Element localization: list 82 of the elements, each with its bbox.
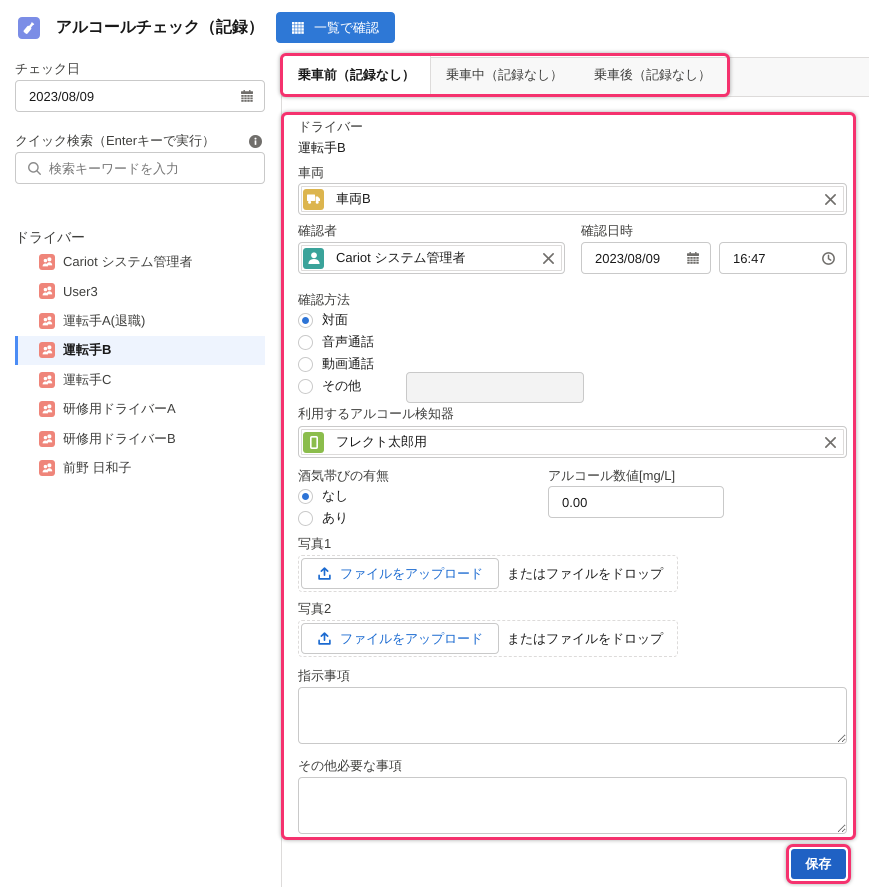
field-label: その他必要な事項 xyxy=(298,757,403,775)
calendar-icon[interactable] xyxy=(241,90,253,102)
users-icon xyxy=(39,254,55,270)
drop-hint: またはファイルをドロップ xyxy=(507,630,663,648)
upload-icon xyxy=(318,567,331,580)
field-label: クイック検索（Enterキーで実行） xyxy=(15,132,216,150)
phone-icon xyxy=(303,432,324,452)
time-field[interactable]: 16:47 xyxy=(719,242,847,274)
bottle-icon xyxy=(18,16,40,38)
radio-button[interactable] xyxy=(298,510,313,526)
drop-zone[interactable]: ファイルをアップロード またはファイルをドロップ xyxy=(298,555,678,592)
users-icon xyxy=(39,342,55,358)
option-label: あり xyxy=(322,509,348,527)
driver-item[interactable]: 運転手A(退職) xyxy=(15,306,265,336)
driver-item[interactable]: 前野 日和子 xyxy=(15,454,265,483)
close-icon[interactable] xyxy=(543,252,554,264)
field-label: 利用するアルコール検知器 xyxy=(298,405,455,423)
save-button[interactable]: 保存 xyxy=(791,849,846,879)
tab[interactable]: 乗車前（記録なし） xyxy=(283,56,431,94)
field-label: チェック日 xyxy=(15,60,81,78)
close-icon[interactable] xyxy=(825,194,836,204)
option-label: 動画通話 xyxy=(322,355,374,373)
driver-item[interactable]: Cariot システム管理者 xyxy=(15,247,265,276)
field-label: 確認方法 xyxy=(298,291,351,309)
tab[interactable]: 乗車後（記録なし） xyxy=(579,56,727,94)
upload-icon xyxy=(318,632,331,645)
lookup-field[interactable]: 車両B xyxy=(298,183,847,215)
radio-button[interactable] xyxy=(298,378,313,394)
driver-item[interactable]: 研修用ドライバーA xyxy=(15,394,265,424)
option-label: 音声通話 xyxy=(322,333,374,351)
driver-item[interactable]: 研修用ドライバーB xyxy=(15,424,265,454)
users-icon xyxy=(39,430,55,447)
search-field[interactable]: 検索キーワードを入力 xyxy=(15,152,265,184)
field-label: ドライバー xyxy=(298,118,364,136)
truck-icon xyxy=(303,188,324,210)
date-field[interactable]: 2023/08/09 xyxy=(15,80,265,112)
upload-button[interactable]: ファイルをアップロード xyxy=(301,558,499,589)
calendar-icon[interactable] xyxy=(687,252,699,264)
date-field[interactable]: 2023/08/09 xyxy=(581,242,711,274)
drop-zone[interactable]: ファイルをアップロード またはファイルをドロップ xyxy=(298,620,678,657)
driver-item[interactable]: 運転手C xyxy=(15,365,265,394)
option-label: その他 xyxy=(322,377,361,395)
lookup-field[interactable]: Cariot システム管理者 xyxy=(298,242,565,274)
drop-hint: またはファイルをドロップ xyxy=(507,564,663,582)
page-title: アルコールチェック（記録） xyxy=(56,18,264,38)
tab[interactable]: 乗車中（記録なし） xyxy=(431,56,579,94)
list-view-button[interactable]: 一覧で確認 xyxy=(276,12,395,43)
users-icon xyxy=(39,283,55,300)
users-icon xyxy=(39,372,55,388)
users-icon xyxy=(39,460,55,476)
clock-icon[interactable] xyxy=(822,252,835,264)
driver-name: 運転手B xyxy=(298,139,347,157)
close-icon[interactable] xyxy=(825,436,836,448)
user-icon xyxy=(303,248,324,268)
search-icon xyxy=(28,162,41,175)
field-label: 確認者 xyxy=(298,222,338,240)
field-label: 指示事項 xyxy=(298,667,351,685)
radio-button[interactable] xyxy=(298,334,313,350)
users-icon xyxy=(39,312,55,329)
field-label: 写真1 xyxy=(298,535,332,553)
lookup-field[interactable]: フレクト太郎用 xyxy=(298,426,847,458)
selected-value: 車両B xyxy=(336,190,372,208)
radio-button[interactable] xyxy=(298,356,313,372)
selected-value: フレクト太郎用 xyxy=(336,433,428,451)
field-label: アルコール数値[mg/L] xyxy=(548,467,676,485)
field-label: 車両 xyxy=(298,164,325,182)
field-label: 酒気帯びの有無 xyxy=(298,467,390,485)
info-icon[interactable] xyxy=(249,134,262,148)
section-heading: ドライバー xyxy=(15,228,86,247)
grid-icon xyxy=(292,22,304,34)
driver-item[interactable]: 運転手B xyxy=(15,336,265,365)
users-icon xyxy=(39,401,55,418)
upload-button[interactable]: ファイルをアップロード xyxy=(301,623,499,654)
radio-button[interactable] xyxy=(298,312,313,328)
driver-item[interactable]: User3 xyxy=(15,276,265,306)
number-field[interactable]: 0.00 xyxy=(548,486,724,518)
field-label: 写真2 xyxy=(298,600,332,618)
selected-value: Cariot システム管理者 xyxy=(336,249,466,267)
option-label: 対面 xyxy=(322,311,348,329)
radio-button[interactable] xyxy=(298,488,313,504)
option-label: なし xyxy=(322,487,348,505)
field-label: 確認日時 xyxy=(581,222,634,240)
